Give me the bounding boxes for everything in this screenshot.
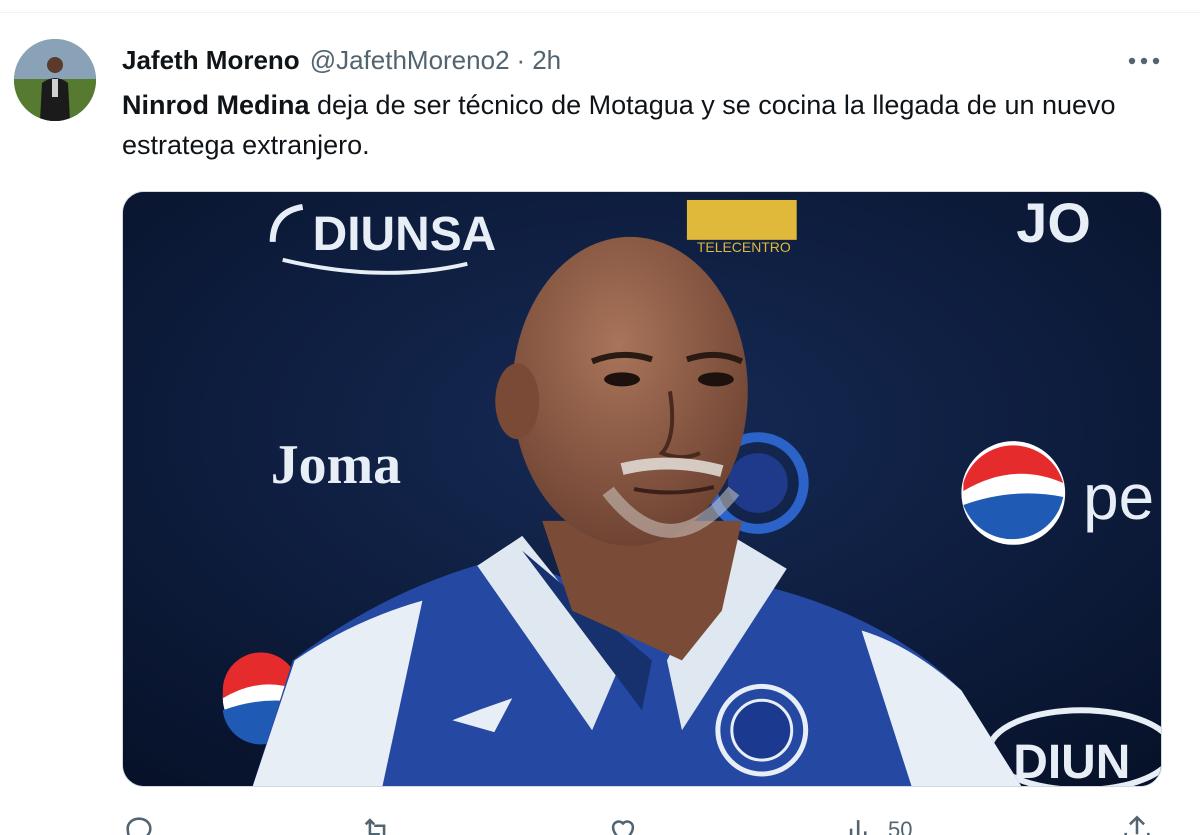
reply-icon (126, 817, 152, 835)
author-name[interactable]: Jafeth Moreno (122, 45, 300, 76)
retweet-icon (364, 818, 388, 835)
tweet[interactable]: Jafeth Moreno @JafethMoreno2 · 2h Ninrod… (0, 13, 1200, 835)
tweet-text: Ninrod Medina deja de ser técnico de Mot… (122, 85, 1162, 165)
backdrop-logo-telecentro: TELECENTRO (686, 199, 797, 255)
share-button[interactable] (1120, 813, 1154, 835)
more-icon (1128, 57, 1160, 65)
svg-text:DIUN: DIUN (1013, 736, 1130, 786)
views-count: 50 (888, 817, 913, 835)
tweet-header: Jafeth Moreno @JafethMoreno2 · 2h (122, 43, 561, 77)
svg-text:DIUNSA: DIUNSA (313, 208, 497, 261)
backdrop-logo-jo: JO (1016, 192, 1091, 254)
svg-text:TELECENTRO: TELECENTRO (697, 239, 791, 255)
backdrop-logo-joma: Joma (271, 434, 401, 496)
retweet-button[interactable] (360, 813, 394, 835)
tweet-image[interactable]: DIUNSA TELECENTRO JO Joma pe DIUN (122, 191, 1162, 787)
more-options-button[interactable] (1122, 45, 1166, 77)
heart-icon (611, 820, 635, 835)
timestamp[interactable]: 2h (532, 45, 561, 76)
like-button[interactable] (606, 813, 640, 835)
mention-bold: Ninrod Medina (122, 90, 310, 120)
avatar[interactable] (14, 39, 96, 121)
views-icon (849, 820, 867, 835)
svg-text:pe: pe (1083, 461, 1154, 533)
tweet-actions: 50 (122, 813, 1162, 835)
separator-dot: · (516, 44, 526, 75)
author-handle[interactable]: @JafethMoreno2 (310, 45, 510, 76)
reply-button[interactable] (122, 813, 156, 835)
share-icon (1124, 815, 1150, 835)
views-button[interactable]: 50 (844, 813, 912, 835)
